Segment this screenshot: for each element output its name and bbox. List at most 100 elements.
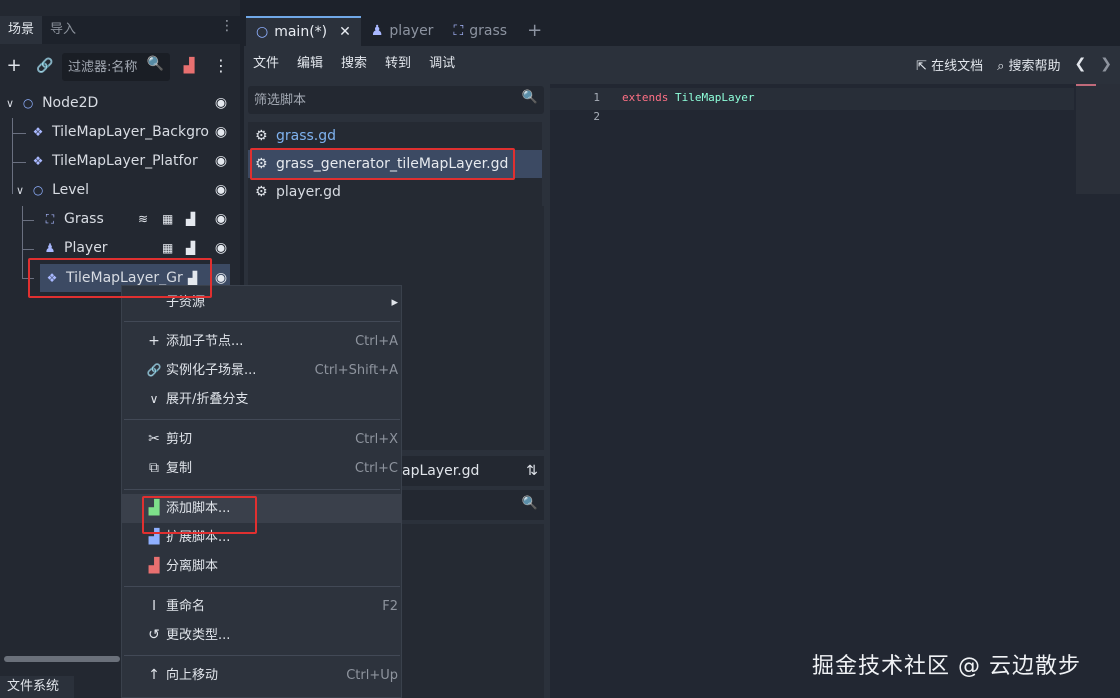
sort-icon[interactable]: ⇅ <box>520 458 544 484</box>
dock-tabs: 场景 导入 <box>0 16 240 44</box>
tab-grass[interactable]: ⛶ grass <box>443 16 517 46</box>
area-node-icon: ⛶ <box>453 23 464 39</box>
tree-item-level[interactable]: ∨ ○ Level ◉ <box>16 176 230 204</box>
gear-icon: ⚙ <box>255 156 268 172</box>
script-filter-input[interactable] <box>254 90 494 110</box>
menu-item-label: 分离脚本 <box>166 559 219 574</box>
tree-item-label: Grass <box>64 211 104 227</box>
menu-file[interactable]: 文件 <box>244 48 288 80</box>
search-icon: 🔍 <box>146 56 164 72</box>
menu-search[interactable]: 搜索 <box>332 48 376 80</box>
close-icon[interactable]: ✕ <box>339 17 351 47</box>
eye-icon[interactable]: ◉ <box>212 147 230 175</box>
eye-icon[interactable]: ◉ <box>212 176 230 204</box>
menu-item-label: 更改类型... <box>166 628 231 643</box>
menu-divider <box>124 321 400 322</box>
tree-item-player[interactable]: ♟ Player ▦ ▟ ◉ <box>42 234 230 262</box>
tree-item-label: TileMapLayer_Gr <box>66 270 183 286</box>
clapper-icon[interactable]: ▦ <box>162 205 173 233</box>
method-list-title: apLayer.gd <box>402 463 480 479</box>
menu-debug[interactable]: 调试 <box>420 48 464 80</box>
tree-item-label: TileMapLayer_Platfor <box>52 153 198 169</box>
menu-item-copy[interactable]: ⧉ 复制 Ctrl+C <box>122 454 402 483</box>
signal-icon[interactable]: ≋ <box>138 205 148 233</box>
tree-item-grass[interactable]: ⛶ Grass ≋ ▦ ▟ ◉ <box>42 205 230 233</box>
add-node-icon[interactable]: + <box>3 50 25 82</box>
menu-divider <box>124 586 400 587</box>
clapper-icon[interactable]: ▦ <box>162 234 173 262</box>
menu-item-cut[interactable]: ✂ 剪切 Ctrl+X <box>122 425 402 454</box>
script-item-player[interactable]: ⚙ player.gd <box>248 178 542 206</box>
menu-item-add-child-node[interactable]: + 添加子节点... Ctrl+A <box>122 327 402 356</box>
next-script-button[interactable]: ❯ <box>1100 56 1112 72</box>
tree-guide <box>12 133 26 134</box>
copy-icon: ⧉ <box>149 460 159 476</box>
script-item-grass[interactable]: ⚙ grass.gd <box>248 122 542 150</box>
menu-item-sub-resources[interactable]: 子资源 ▸ <box>122 288 402 317</box>
chevron-down-icon[interactable]: ∨ <box>6 97 14 110</box>
script-icon[interactable]: ▟ <box>186 205 195 233</box>
menu-item-label: 复制 <box>166 461 193 476</box>
rename-icon: I <box>152 599 156 614</box>
menu-item-expand-collapse[interactable]: ∨ 展开/折叠分支 <box>122 385 402 414</box>
tab-main[interactable]: ○ main(*) ✕ <box>246 16 361 46</box>
menu-shortcut: Ctrl+Up <box>346 668 398 683</box>
prev-script-button[interactable]: ❮ <box>1075 56 1087 72</box>
menu-item-move-up[interactable]: ↑ 向上移动 Ctrl+Up <box>122 661 402 690</box>
scene-filter-input[interactable] <box>68 57 148 77</box>
code-editor[interactable]: 1 extends TileMapLayer 2 <box>550 84 1120 698</box>
menu-goto[interactable]: 转到 <box>376 48 420 80</box>
move-up-icon: ↑ <box>148 667 160 683</box>
line-number: 2 <box>593 110 600 123</box>
tab-player[interactable]: ♟ player <box>361 16 444 46</box>
script-remove-icon: ▟ <box>148 558 160 574</box>
horizontal-scrollbar[interactable] <box>4 656 120 662</box>
menu-item-add-script[interactable]: ▟ 添加脚本... <box>122 494 402 523</box>
new-tab-button[interactable]: + <box>517 16 552 46</box>
search-help-button[interactable]: ⌕ 搜索帮助 <box>997 55 1060 74</box>
menu-item-change-type[interactable]: ↺ 更改类型... <box>122 621 402 650</box>
help-links: ⇱ 在线文档 ⌕ 搜索帮助 ❮ ❯ <box>916 48 1120 80</box>
tilemap-icon: ❖ <box>46 271 58 285</box>
menu-item-extend-script[interactable]: ▟ 扩展脚本... <box>122 523 402 552</box>
menu-shortcut: Ctrl+A <box>355 334 398 349</box>
script-remove-icon[interactable]: ▟ <box>178 50 200 82</box>
menu-item-detach-script[interactable]: ▟ 分离脚本 <box>122 552 402 581</box>
chevron-down-icon[interactable]: ∨ <box>16 184 24 197</box>
code-minimap[interactable] <box>1076 84 1120 194</box>
tree-guide <box>12 118 13 194</box>
menu-item-label: 添加脚本... <box>166 501 231 516</box>
menu-item-label: 展开/折叠分支 <box>166 392 249 407</box>
eye-icon[interactable]: ◉ <box>212 205 230 233</box>
eye-icon[interactable]: ◉ <box>212 234 230 262</box>
chevron-right-icon: ▸ <box>391 295 398 310</box>
tree-item-node2d[interactable]: ∨ ○ Node2D ◉ <box>6 89 230 117</box>
tab-scene[interactable]: 场景 <box>0 16 43 44</box>
circle-node-icon: ○ <box>22 96 34 110</box>
tab-filesystem[interactable]: 文件系统 <box>0 676 74 698</box>
script-item-grass-generator[interactable]: ⚙ grass_generator_tileMapLayer.gd <box>248 150 542 178</box>
menu-item-label: 向上移动 <box>166 668 219 683</box>
tab-label: main(*) <box>274 24 328 40</box>
eye-icon[interactable]: ◉ <box>212 89 230 117</box>
online-docs-button[interactable]: ⇱ 在线文档 <box>916 55 983 74</box>
more-menu-icon[interactable]: ⋮ <box>210 50 232 82</box>
tree-item-tilemap-platform[interactable]: ❖ TileMapLayer_Platfor ◉ <box>30 147 230 175</box>
script-filter-field: 🔍 <box>248 86 544 114</box>
gear-icon: ⚙ <box>255 128 268 144</box>
tree-item-tilemap-background[interactable]: ❖ TileMapLayer_Backgro ◉ <box>30 118 230 146</box>
menu-shortcut: Ctrl+Shift+A <box>314 363 398 378</box>
menu-item-rename[interactable]: I 重命名 F2 <box>122 592 402 621</box>
character-icon: ♟ <box>370 23 384 39</box>
menu-shortcut: Ctrl+X <box>355 432 398 447</box>
help-link-label: 在线文档 <box>931 58 984 74</box>
menu-item-label: 添加子节点... <box>166 334 244 349</box>
menu-item-instance-child-scene[interactable]: 🔗 实例化子场景... Ctrl+Shift+A <box>122 356 402 385</box>
menu-edit[interactable]: 编辑 <box>288 48 332 80</box>
gear-icon: ⚙ <box>255 184 268 200</box>
dock-menu-icon[interactable]: ⋮ <box>220 18 234 34</box>
tab-import[interactable]: 导入 <box>42 16 84 44</box>
script-icon[interactable]: ▟ <box>186 234 195 262</box>
instance-scene-icon[interactable]: 🔗 <box>34 50 56 82</box>
eye-icon[interactable]: ◉ <box>212 118 230 146</box>
